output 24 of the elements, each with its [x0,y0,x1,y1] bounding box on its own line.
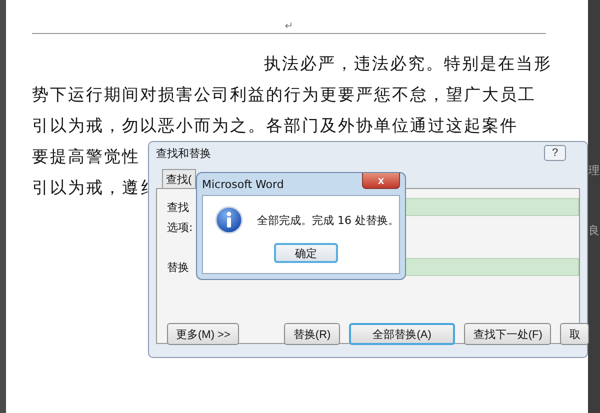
dialog-button[interactable]: 更多(M) >> [167,323,240,345]
side-text: 良 [588,225,600,237]
dialog-button[interactable]: 全部替换(A) [348,323,456,345]
document-text: 执法必严，违法必究。特别是在当形 [264,54,552,73]
close-button[interactable]: x [362,173,400,189]
document-text: 引以为戒，遵纟 [32,178,158,197]
document-text: 势下运行期间对损害公司利益的行为更要严惩不怠，望广大员工 [32,85,536,104]
tab[interactable]: 查找( [162,169,196,188]
info-icon [215,206,243,234]
dialog-title: Microsoft Word [202,178,284,191]
field-label: 替换 [167,260,190,274]
help-button[interactable]: ? [544,145,566,161]
message-text: 全部完成。完成 16 处替换。 [257,212,399,228]
ok-button[interactable]: 确定 [274,243,338,263]
dialog-title: 查找和替换 [156,146,211,160]
field-label: 选项: [167,220,193,234]
dialog-button[interactable]: 取 [560,323,590,345]
document-text: 要提高警觉性 [32,147,140,166]
paragraph-mark: ↵ [284,21,294,33]
field-label: 查找 [167,200,190,214]
document-text: 引以为戒，勿以恶小而为之。各部门及外协单位通过这起案件 [32,116,518,135]
dialog-button[interactable]: 查找下一处(F) [464,323,552,345]
side-text: 理 [588,165,600,177]
dialog-button[interactable]: 替换(R) [284,323,340,345]
